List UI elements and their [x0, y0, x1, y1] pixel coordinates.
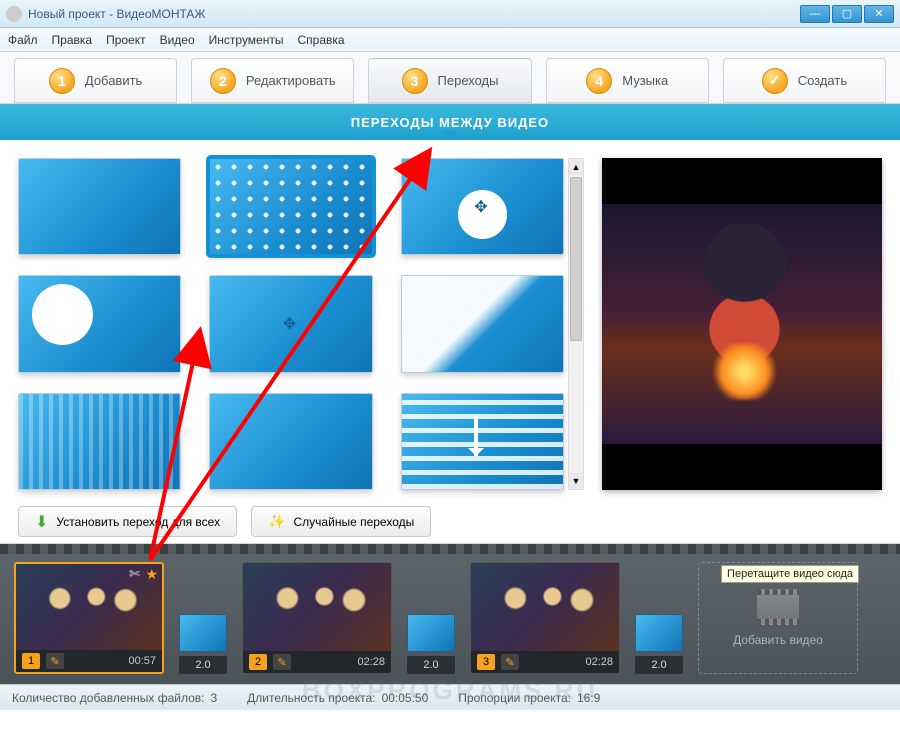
transition-thumb[interactable]: [18, 275, 181, 372]
transition-thumb[interactable]: [401, 393, 564, 490]
menubar: Файл Правка Проект Видео Инструменты Спр…: [0, 28, 900, 52]
timeline-transition[interactable]: 2.0: [402, 562, 460, 674]
clip-index: 1: [22, 653, 40, 669]
step-badge-icon: 2: [210, 68, 236, 94]
clip-index: 2: [249, 654, 267, 670]
magic-wand-icon: ✨: [268, 513, 285, 530]
maximize-button[interactable]: ▢: [832, 5, 862, 23]
timeline: ✄ ★ 1 ✎ 00:57 2.0 2 ✎ 02:28 2.0 3 ✎ 02:2…: [0, 544, 900, 684]
add-video-dropzone[interactable]: Перетащите видео сюда Добавить видео: [698, 562, 858, 674]
menu-file[interactable]: Файл: [8, 33, 38, 47]
transition-thumb[interactable]: [18, 393, 181, 490]
transition-thumb[interactable]: ✥: [209, 275, 372, 372]
step-tab-add[interactable]: 1 Добавить: [14, 58, 177, 103]
add-video-label: Добавить видео: [733, 633, 823, 647]
transition-thumb[interactable]: [18, 158, 181, 255]
minimize-button[interactable]: —: [800, 5, 830, 23]
step-badge-icon: 4: [586, 68, 612, 94]
clip-edit-icon[interactable]: ✎: [46, 653, 64, 669]
random-transitions-button[interactable]: ✨ Случайные переходы: [251, 506, 431, 537]
section-header-title: ПЕРЕХОДЫ МЕЖДУ ВИДЕО: [351, 115, 549, 130]
titlebar: Новый проект - ВидеоМОНТАЖ — ▢ ✕: [0, 0, 900, 28]
menu-video[interactable]: Видео: [160, 33, 195, 47]
transition-slot-thumb[interactable]: [407, 614, 455, 652]
transitions-gallery: ✥ ✥: [18, 158, 564, 490]
download-arrow-icon: ⬇: [35, 512, 48, 532]
filmstrip-decoration: [0, 544, 900, 554]
step-tab-music[interactable]: 4 Музыка: [546, 58, 709, 103]
checkmark-icon: ✓: [762, 68, 788, 94]
transition-thumb-selected[interactable]: [209, 158, 372, 255]
window-title: Новый проект - ВидеоМОНТАЖ: [28, 7, 800, 21]
step-label: Музыка: [622, 73, 668, 88]
move-icon: ✥: [283, 314, 296, 334]
clip-duration: 02:28: [585, 656, 613, 668]
status-duration-value: 00:05:50: [382, 691, 429, 705]
transition-slot-thumb[interactable]: [635, 614, 683, 652]
step-tab-transitions[interactable]: 3 Переходы: [368, 58, 531, 103]
menu-project[interactable]: Проект: [106, 33, 146, 47]
dropzone-tooltip: Перетащите видео сюда: [721, 565, 859, 583]
move-icon: ✥: [474, 197, 487, 217]
step-tab-create[interactable]: ✓ Создать: [723, 58, 886, 103]
gallery-scrollbar[interactable]: ▲ ▼: [568, 158, 584, 490]
button-label: Случайные переходы: [294, 515, 415, 529]
timeline-clip[interactable]: 3 ✎ 02:28: [470, 562, 620, 674]
menu-help[interactable]: Справка: [297, 33, 344, 47]
transition-thumb[interactable]: ✥: [401, 158, 564, 255]
preview-frame: [602, 204, 882, 443]
transition-duration: 2.0: [407, 656, 455, 674]
transition-slot-thumb[interactable]: [179, 614, 227, 652]
clip-index: 3: [477, 654, 495, 670]
transition-thumb[interactable]: [401, 275, 564, 372]
step-label: Создать: [798, 73, 847, 88]
app-icon: [6, 6, 22, 22]
step-badge-icon: 3: [402, 68, 428, 94]
timeline-transition[interactable]: 2.0: [174, 562, 232, 674]
clip-edit-icon[interactable]: ✎: [501, 654, 519, 670]
transition-duration: 2.0: [635, 656, 683, 674]
scissors-icon: ✄: [129, 566, 140, 582]
status-duration-label: Длительность проекта:: [247, 691, 375, 705]
preview-panel: [602, 158, 882, 490]
apply-transition-all-button[interactable]: ⬇ Установить переход для всех: [18, 506, 237, 537]
timeline-clip[interactable]: ✄ ★ 1 ✎ 00:57: [14, 562, 164, 674]
status-files-value: 3: [210, 691, 217, 705]
scroll-thumb[interactable]: [570, 177, 582, 341]
close-button[interactable]: ✕: [864, 5, 894, 23]
step-badge-icon: 1: [49, 68, 75, 94]
timeline-clip[interactable]: 2 ✎ 02:28: [242, 562, 392, 674]
statusbar: Количество добавленных файлов: 3 Длитель…: [0, 684, 900, 710]
status-aspect-label: Пропорции проекта:: [458, 691, 571, 705]
film-icon: [757, 589, 799, 625]
section-header: ПЕРЕХОДЫ МЕЖДУ ВИДЕО: [0, 104, 900, 140]
step-tabs: 1 Добавить 2 Редактировать 3 Переходы 4 …: [0, 52, 900, 104]
step-label: Переходы: [438, 73, 499, 88]
menu-edit[interactable]: Правка: [52, 33, 93, 47]
menu-tools[interactable]: Инструменты: [209, 33, 284, 47]
step-label: Редактировать: [246, 73, 336, 88]
step-label: Добавить: [85, 73, 142, 88]
button-label: Установить переход для всех: [56, 515, 220, 529]
scroll-up-icon[interactable]: ▲: [569, 159, 583, 175]
status-files-label: Количество добавленных файлов:: [12, 691, 204, 705]
clip-duration: 00:57: [128, 655, 156, 667]
status-aspect-value: 16:9: [577, 691, 600, 705]
buttons-row: ⬇ Установить переход для всех ✨ Случайны…: [0, 500, 900, 544]
transition-duration: 2.0: [179, 656, 227, 674]
content-area: ✥ ✥ ▲ ▼: [0, 140, 900, 500]
clip-duration: 02:28: [357, 656, 385, 668]
clip-edit-icon[interactable]: ✎: [273, 654, 291, 670]
star-icon: ★: [145, 566, 158, 583]
timeline-transition[interactable]: 2.0: [630, 562, 688, 674]
transition-thumb[interactable]: [209, 393, 372, 490]
scroll-down-icon[interactable]: ▼: [569, 473, 583, 489]
step-tab-edit[interactable]: 2 Редактировать: [191, 58, 354, 103]
